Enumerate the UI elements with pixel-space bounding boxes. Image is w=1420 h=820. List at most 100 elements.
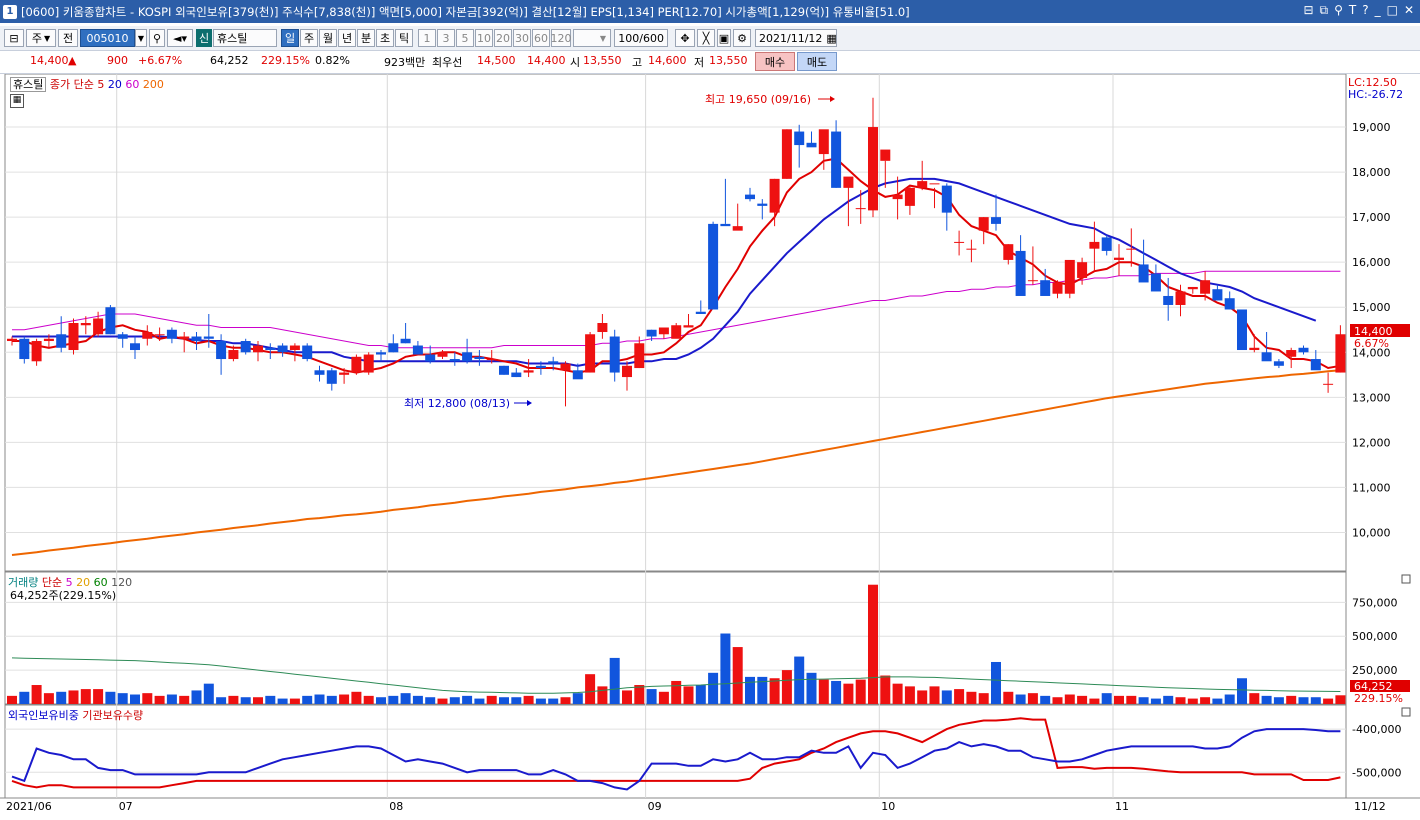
search-icon[interactable]: ⚲ — [149, 29, 165, 47]
stock-tag[interactable]: 휴스틸 — [10, 77, 47, 92]
minute-10[interactable]: 10 — [475, 29, 493, 47]
price-tick-label: 17,000 — [1352, 211, 1391, 224]
interval-year[interactable]: 년 — [338, 29, 356, 47]
chart-settings-icon[interactable]: ⊟ — [4, 29, 24, 47]
foreign-panel-frame — [4, 704, 1347, 799]
volume-bar — [991, 661, 1001, 704]
interval-month[interactable]: 월 — [319, 29, 337, 47]
volume-bar — [683, 686, 694, 704]
candle-body — [929, 183, 940, 185]
date-field[interactable]: 2021/11/12 ▦ — [755, 29, 837, 47]
candle-body — [511, 372, 522, 378]
interval-week[interactable]: 주 — [300, 29, 318, 47]
text-icon[interactable]: T — [1349, 3, 1356, 18]
volume-bar — [560, 697, 571, 704]
candle-body — [203, 336, 214, 339]
minimize-button[interactable]: _ — [1375, 3, 1381, 18]
legend-ma200[interactable]: 200 — [143, 78, 164, 91]
volume-bar — [868, 584, 878, 704]
legend-close-ma[interactable]: 종가 단순 — [50, 78, 94, 91]
volume-bar — [745, 676, 755, 704]
gear-icon[interactable]: ⚙ — [733, 29, 751, 47]
minute-120[interactable]: 120 — [551, 29, 572, 47]
minute-1[interactable]: 1 — [418, 29, 436, 47]
legend-ma5[interactable]: 5 — [97, 78, 104, 91]
volume-bar — [1175, 697, 1186, 704]
interval-minute[interactable]: 분 — [357, 29, 375, 47]
volume-bar — [499, 697, 509, 704]
candle-body — [474, 356, 485, 360]
candle-body — [1150, 273, 1161, 292]
pin-icon[interactable]: ⚲ — [1334, 3, 1343, 18]
sell-button[interactable]: 매도 — [797, 52, 837, 71]
minute-30[interactable]: 30 — [513, 29, 531, 47]
volume-panel-close-icon[interactable] — [1401, 574, 1411, 584]
legend-foreign-ratio[interactable]: 외국인보유비중 — [8, 709, 79, 722]
candle-body — [708, 223, 719, 310]
interval-second[interactable]: 초 — [376, 29, 394, 47]
x-tick-label: 09 — [648, 800, 662, 813]
volume-bar — [1064, 694, 1075, 704]
candle-body — [794, 131, 805, 146]
window-number-badge: 1 — [3, 4, 17, 19]
open-label: 시 — [570, 56, 581, 69]
custom-interval-dropdown[interactable]: ▼ — [573, 29, 611, 47]
volume-bar — [412, 695, 423, 704]
price-tick-label: 19,000 — [1352, 121, 1391, 134]
minute-5[interactable]: 5 — [456, 29, 474, 47]
stock-name-field[interactable]: 휴스틸 — [213, 29, 277, 47]
calendar-icon[interactable]: ▦ — [826, 32, 836, 45]
draw-tool-icon[interactable]: ╳ — [697, 29, 715, 47]
volume-bar — [1077, 695, 1088, 704]
prev-button[interactable]: 전 — [58, 29, 78, 47]
volume-bar — [253, 697, 263, 704]
volume-bar — [806, 672, 817, 704]
volume-bar — [597, 686, 608, 704]
cascade-icon[interactable]: ⧉ — [1320, 3, 1329, 18]
volume-bar — [1323, 698, 1334, 704]
help-icon[interactable]: ? — [1362, 3, 1368, 18]
restore-layout-icon[interactable]: ⊟ — [1303, 3, 1313, 18]
volume-bar — [1335, 695, 1346, 704]
save-icon[interactable]: ▣ — [717, 29, 731, 47]
sound-icon[interactable]: ◄▾ — [167, 29, 193, 47]
candle-body — [1212, 289, 1223, 301]
candle-body — [1286, 350, 1297, 357]
candle-body — [19, 338, 30, 360]
legend-inst-qty[interactable]: 기관보유수량 — [82, 709, 143, 722]
minute-20[interactable]: 20 — [494, 29, 512, 47]
minute-60[interactable]: 60 — [532, 29, 550, 47]
volume-bar — [892, 683, 903, 704]
maximize-button[interactable]: □ — [1387, 3, 1398, 18]
candle-body — [56, 334, 67, 348]
period-dropdown[interactable]: 주 ▼ — [26, 29, 56, 47]
legend-ma20[interactable]: 20 — [108, 78, 122, 91]
low-label: 저 — [694, 56, 705, 69]
stock-chart[interactable]: 10,00011,00012,00013,00014,00015,00016,0… — [0, 74, 1420, 820]
candle-body — [326, 370, 337, 384]
volume-bar — [695, 685, 706, 704]
interval-day[interactable]: 일 — [281, 29, 299, 47]
volume-tick-label: 250,000 — [1352, 664, 1398, 677]
stock-code-input[interactable]: 005010 — [80, 29, 135, 47]
volume-bar — [1310, 697, 1321, 704]
display-count-field[interactable]: 100/600 — [614, 29, 668, 47]
crosshair-icon[interactable]: ✥ — [675, 29, 695, 47]
close-button[interactable]: ✕ — [1404, 3, 1414, 18]
volume-bar — [1150, 698, 1161, 704]
volume-bar — [548, 698, 559, 704]
interval-tick[interactable]: 틱 — [395, 29, 413, 47]
volume-bar — [437, 698, 448, 704]
volume-bar — [720, 633, 731, 704]
candle-body — [843, 176, 854, 188]
foreign-panel-close-icon[interactable] — [1401, 707, 1411, 717]
candle-body — [1064, 259, 1075, 294]
code-dropdown-icon[interactable]: ▼ — [135, 29, 147, 47]
buy-button[interactable]: 매수 — [755, 52, 795, 71]
volume-bar — [1298, 697, 1309, 704]
minute-3[interactable]: 3 — [437, 29, 455, 47]
legend-ma60[interactable]: 60 — [125, 78, 139, 91]
volume-bar — [954, 689, 965, 704]
candle-body — [105, 307, 116, 335]
table-view-icon[interactable]: ▦ — [10, 94, 24, 108]
